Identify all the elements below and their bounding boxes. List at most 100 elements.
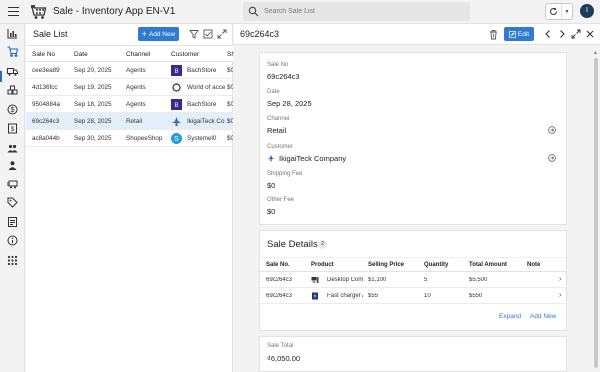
- detail-scrollbar[interactable]: ▲: [593, 50, 598, 372]
- chevron-right-icon[interactable]: ›: [559, 276, 561, 283]
- sale-detail-panel: 69c264c3 Edit Sale No 69c264c3 Date Sep …: [234, 24, 600, 372]
- person-icon[interactable]: [6, 159, 19, 172]
- bachstore-logo-icon: B: [171, 65, 182, 76]
- column-header[interactable]: Sale No.: [266, 262, 290, 268]
- shipping-cell: $0: [227, 135, 233, 142]
- column-header[interactable]: Product: [311, 262, 334, 268]
- edit-button[interactable]: Edit: [504, 27, 534, 41]
- sync-icon[interactable]: [546, 4, 562, 19]
- customer-cell: World of acce: [187, 84, 225, 91]
- sale-no-cell: 69c264c3: [32, 118, 60, 125]
- sync-button-group[interactable]: ▼: [545, 3, 573, 20]
- chevron-right-icon[interactable]: ›: [559, 292, 561, 299]
- date-cell: Sep 20, 2025: [74, 67, 112, 74]
- column-header[interactable]: Channel: [126, 51, 170, 58]
- channel-value[interactable]: Retail: [267, 126, 286, 135]
- close-icon[interactable]: [585, 29, 595, 39]
- sale-no-cell: 69c264c3: [266, 277, 293, 283]
- table-row[interactable]: cee3ea89 Sep 20, 2025 Agents B BachStore…: [26, 62, 233, 79]
- sale-no-cell: 9504884a: [32, 101, 61, 108]
- sale-detail-row[interactable]: 69c264c3 Desktop Comp $1,100 5 $5,500 ›: [260, 272, 566, 288]
- delivery-icon[interactable]: [6, 178, 19, 191]
- customer-value[interactable]: IkigaiTeck Company: [279, 154, 346, 163]
- column-header[interactable]: Selling Price: [368, 262, 404, 268]
- cart-icon[interactable]: [6, 45, 19, 58]
- table-row[interactable]: ac8a044b Sep 30, 2025 ShopeeShop S Syste…: [26, 130, 233, 147]
- chevron-down-icon[interactable]: ▼: [562, 9, 572, 15]
- filter-icon[interactable]: [189, 29, 199, 39]
- svg-text:$: $: [11, 127, 15, 133]
- date-value: Sep 28, 2025: [267, 99, 312, 108]
- sale-details-count-badge: 2: [318, 240, 327, 249]
- sale-no-cell: 4d136fcc: [32, 84, 58, 91]
- plus-icon: +: [141, 28, 147, 39]
- detail-title: 69c264c3: [240, 29, 280, 39]
- column-header[interactable]: Note: [527, 262, 540, 268]
- date-cell: Sep 18, 2025: [74, 101, 112, 108]
- list-title: Sale List: [33, 29, 68, 39]
- systemel-logo-icon: S: [171, 133, 182, 144]
- column-header[interactable]: Sh: [227, 51, 235, 58]
- bachstore-logo-icon: B: [171, 99, 182, 110]
- hamburger-menu-icon[interactable]: [8, 6, 19, 17]
- boxes-icon[interactable]: [6, 84, 19, 97]
- nav-rail: $ $: [0, 24, 25, 372]
- product-cell: Desktop Comp: [327, 277, 363, 283]
- search-input[interactable]: [264, 4, 464, 19]
- expand-icon[interactable]: [571, 29, 581, 39]
- search-bar[interactable]: [243, 2, 470, 21]
- customer-cell: BachStore: [187, 67, 217, 74]
- channel-cell: Retail: [126, 118, 143, 125]
- scroll-up-icon[interactable]: ▲: [593, 50, 598, 56]
- sale-total-value: ₫6,050.00: [267, 354, 301, 363]
- app-logo-icon: [31, 5, 47, 19]
- info-icon[interactable]: [6, 234, 19, 247]
- add-new-button[interactable]: + Add New: [138, 27, 179, 41]
- table-header: Sale No Date Channel Customer Sh: [26, 45, 235, 62]
- add-new-detail-link[interactable]: Add New: [530, 313, 556, 320]
- shipping-fee-label: Shipping Fee: [267, 171, 303, 177]
- user-avatar[interactable]: I: [580, 4, 594, 18]
- total-cell: $550: [469, 293, 483, 299]
- column-header[interactable]: Total Amount: [469, 262, 507, 268]
- arrow-right-circle-icon[interactable]: [548, 154, 556, 162]
- customer-cell: BachStore: [187, 101, 217, 108]
- sale-no-cell: ac8a044b: [32, 135, 60, 142]
- receipt-icon[interactable]: $: [6, 122, 19, 135]
- scrollbar-thumb[interactable]: [594, 58, 598, 368]
- clipboard-icon[interactable]: [6, 215, 19, 228]
- sale-list-panel: Sale List + Add New Sale No Date Channel…: [26, 24, 235, 372]
- tag-icon[interactable]: [6, 196, 19, 209]
- sale-list-table: Sale No Date Channel Customer Sh cee3ea8…: [26, 45, 235, 147]
- product-cell: Fast charger A: [327, 293, 363, 299]
- column-header[interactable]: Customer: [171, 51, 199, 58]
- customer-cell: IkigaiTeck Co: [187, 118, 225, 125]
- table-row[interactable]: 4d136fcc Sep 19, 2025 Agents World of ac…: [26, 79, 233, 96]
- people-icon[interactable]: [6, 142, 19, 155]
- table-row[interactable]: 9504884a Sep 18, 2025 Agents B BachStore…: [26, 96, 233, 113]
- chevron-left-icon[interactable]: [543, 29, 553, 39]
- chevron-right-icon[interactable]: [557, 29, 567, 39]
- select-checkbox-icon[interactable]: [203, 29, 213, 39]
- sale-detail-row[interactable]: 69c264c3 Fast charger A $55 10 $550 ›: [260, 288, 566, 304]
- expand-icon[interactable]: [217, 29, 227, 39]
- table-row-selected[interactable]: 69c264c3 Sep 28, 2025 Retail IkigaiTeck …: [26, 113, 233, 130]
- chart-icon[interactable]: [6, 27, 19, 40]
- column-header[interactable]: Sale No: [32, 51, 72, 58]
- other-fee-value: $0: [267, 207, 276, 216]
- arrow-right-circle-icon[interactable]: [548, 126, 556, 134]
- expand-link[interactable]: Expand: [499, 313, 521, 320]
- column-header[interactable]: Quantity: [424, 262, 448, 268]
- svg-text:B: B: [174, 103, 178, 109]
- dollar-icon[interactable]: $: [6, 103, 19, 116]
- column-header[interactable]: Date: [74, 51, 124, 58]
- grid-icon[interactable]: [6, 254, 19, 267]
- date-cell: Sep 28, 2025: [74, 118, 112, 125]
- sale-info-card: Sale No 69c264c3 Date Sep 28, 2025 Chann…: [259, 52, 567, 225]
- date-label: Date: [267, 89, 280, 95]
- trash-icon[interactable]: [488, 29, 499, 40]
- truck-icon[interactable]: [6, 65, 19, 78]
- sale-no-value: 69c264c3: [267, 72, 300, 81]
- edit-label: Edit: [517, 30, 530, 38]
- desktop-product-icon: [311, 277, 319, 283]
